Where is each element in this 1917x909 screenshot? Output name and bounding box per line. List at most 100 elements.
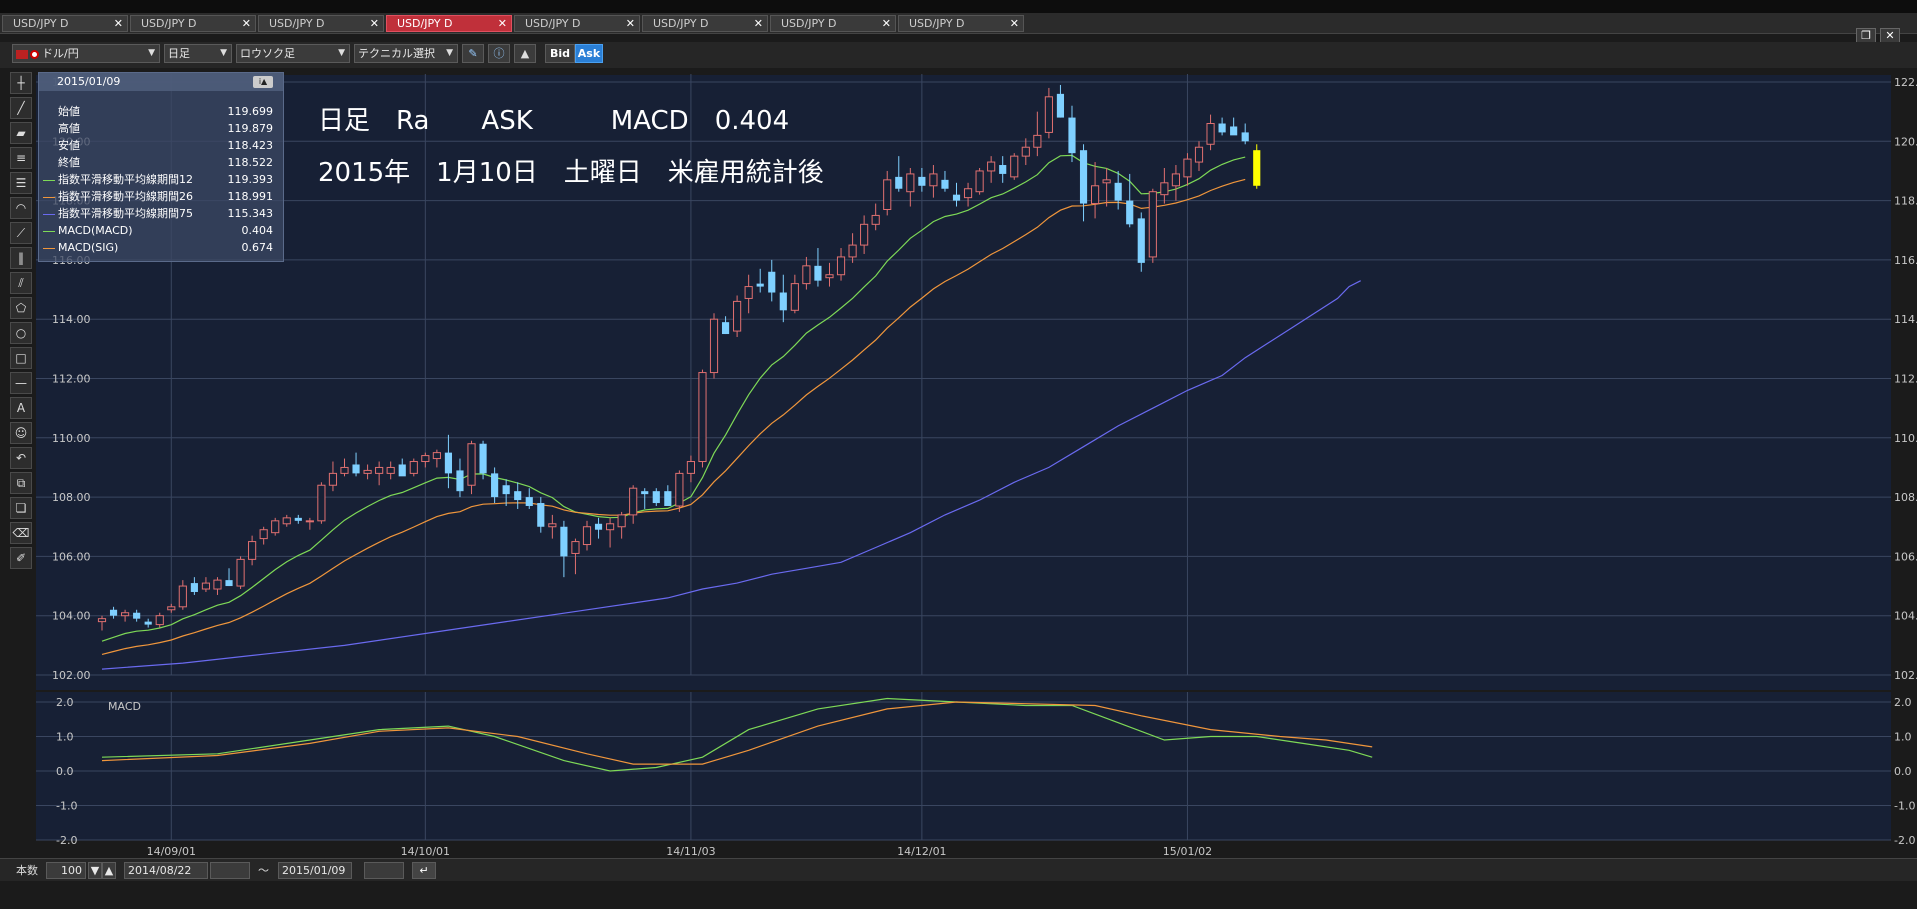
period-label: 日足 bbox=[168, 47, 190, 60]
candle-body bbox=[190, 583, 198, 592]
fibonacci-icon[interactable]: ☰ bbox=[10, 172, 32, 194]
candle-body bbox=[121, 612, 130, 617]
candle-body bbox=[1241, 132, 1249, 142]
candle-body bbox=[1056, 93, 1065, 118]
candle-body bbox=[975, 170, 984, 193]
text-icon[interactable]: A bbox=[10, 397, 32, 419]
info-icon[interactable]: ⓘ bbox=[488, 44, 510, 63]
close-icon[interactable]: ✕ bbox=[626, 16, 635, 31]
vertical-lines-icon[interactable]: ‖ bbox=[10, 247, 32, 269]
macd-tick-label: 1.0 bbox=[1894, 731, 1912, 744]
info-value: 0.404 bbox=[241, 224, 274, 237]
copy-icon[interactable]: ⧉ bbox=[10, 472, 32, 494]
eraser-icon[interactable]: ⌫ bbox=[10, 522, 32, 544]
crosshair-icon[interactable]: ┼ bbox=[10, 72, 32, 94]
legend-swatch bbox=[43, 180, 55, 181]
y-tick-label: 108.00 bbox=[1894, 491, 1917, 504]
candle-body bbox=[802, 265, 811, 285]
close-window-icon[interactable]: ✕ bbox=[1880, 28, 1900, 43]
info-value: 118.423 bbox=[227, 139, 274, 152]
info-label: 指数平滑移動平均線期間75 bbox=[58, 207, 193, 220]
edit-icon[interactable]: ✐ bbox=[10, 547, 32, 569]
candle-body bbox=[421, 455, 430, 463]
horizontal-lines-icon[interactable]: ≡ bbox=[10, 147, 32, 169]
candle-body bbox=[467, 443, 476, 486]
tab-usdjpy-6[interactable]: USD/JPY D ✕ bbox=[642, 15, 768, 32]
close-icon[interactable]: ✕ bbox=[114, 16, 123, 31]
tab-usdjpy-7[interactable]: USD/JPY D ✕ bbox=[770, 15, 896, 32]
info-value: 119.699 bbox=[227, 105, 274, 118]
arc-icon[interactable]: ◠ bbox=[10, 197, 32, 219]
candle-body bbox=[744, 286, 753, 299]
y-tick-label: 120.00 bbox=[1894, 135, 1917, 148]
close-icon[interactable]: ✕ bbox=[370, 16, 379, 31]
ruler-icon[interactable]: ▰ bbox=[10, 122, 32, 144]
restore-icon[interactable]: ❐ bbox=[1856, 28, 1876, 43]
info-row: 始値 119.699 bbox=[39, 105, 283, 119]
from-date-spinner[interactable] bbox=[210, 862, 250, 879]
candle-body bbox=[409, 461, 418, 474]
drawing-tools: ┼ ╱ ▰ ≡ ☰ ◠ ⟋ ‖ ⫽ ⬠ ○ □ — A ☺ ↶ ⧉ ❏ ⌫ ✐ bbox=[10, 72, 34, 572]
currency-pair-select[interactable]: ドル/円 ▼ bbox=[12, 44, 160, 63]
tab-usdjpy-3[interactable]: USD/JPY D ✕ bbox=[258, 15, 384, 32]
candle-body bbox=[155, 615, 164, 626]
period-select[interactable]: 日足 ▼ bbox=[164, 44, 232, 63]
x-tick-label: 14/10/01 bbox=[401, 845, 450, 858]
tab-usdjpy-8[interactable]: USD/JPY D ✕ bbox=[898, 15, 1024, 32]
candle-body bbox=[271, 520, 280, 534]
info-toggle-icon[interactable]: i▲ bbox=[253, 76, 273, 88]
to-date-field[interactable]: 2015/01/09 bbox=[278, 862, 352, 879]
bars-count-field[interactable]: 100 bbox=[46, 862, 86, 879]
candle-body bbox=[606, 523, 615, 531]
tab-usdjpy-2[interactable]: USD/JPY D ✕ bbox=[130, 15, 256, 32]
undo-icon[interactable]: ↶ bbox=[10, 447, 32, 469]
from-date-field[interactable]: 2014/08/22 bbox=[124, 862, 208, 879]
bid-button[interactable]: Bid bbox=[545, 44, 575, 63]
info-value: 119.393 bbox=[227, 173, 274, 186]
candle-body bbox=[733, 300, 742, 332]
trendline-icon[interactable]: ╱ bbox=[10, 97, 32, 119]
fan-icon[interactable]: ⟋ bbox=[10, 222, 32, 244]
tab-usdjpy-5[interactable]: USD/JPY D ✕ bbox=[514, 15, 640, 32]
hline-icon[interactable]: — bbox=[10, 372, 32, 394]
increase-icon[interactable]: ▲ bbox=[102, 862, 116, 879]
chevron-down-icon: ▼ bbox=[446, 48, 453, 58]
tab-usdjpy-1[interactable]: USD/JPY D ✕ bbox=[2, 15, 128, 32]
close-icon[interactable]: ✕ bbox=[1010, 16, 1019, 31]
pen-icon[interactable]: ✎ bbox=[462, 44, 484, 63]
candle-body bbox=[1126, 200, 1134, 225]
close-icon[interactable]: ✕ bbox=[882, 16, 891, 31]
chart-style-select[interactable]: ロウソク足 ▼ bbox=[236, 44, 350, 63]
close-icon[interactable]: ✕ bbox=[498, 16, 507, 31]
candle-body bbox=[305, 520, 314, 523]
info-label: 始値 bbox=[58, 105, 80, 118]
flag-icon bbox=[16, 49, 28, 59]
tab-usdjpy-4[interactable]: USD/JPY D ✕ bbox=[386, 15, 512, 32]
mountain-chart-icon[interactable]: ▲ bbox=[514, 44, 536, 63]
circle-icon[interactable]: ○ bbox=[10, 322, 32, 344]
chevron-down-icon: ▼ bbox=[148, 48, 155, 58]
macd-tick-label: 2.0 bbox=[1894, 696, 1912, 709]
y-tick-label-left: 104.00 bbox=[52, 610, 91, 623]
technical-select[interactable]: テクニカル選択 ▼ bbox=[354, 44, 458, 63]
paste-icon[interactable]: ❏ bbox=[10, 497, 32, 519]
legend-swatch bbox=[43, 231, 55, 232]
close-icon[interactable]: ✕ bbox=[242, 16, 251, 31]
info-row: 指数平滑移動平均線期間75 115.343 bbox=[39, 207, 283, 221]
rectangle-icon[interactable]: □ bbox=[10, 347, 32, 369]
info-label: 指数平滑移動平均線期間12 bbox=[58, 173, 193, 186]
annotation-line-2: 2015年 1月10日 土曜日 米雇用統計後 bbox=[318, 158, 824, 188]
candle-body bbox=[629, 487, 638, 516]
emoji-icon[interactable]: ☺ bbox=[10, 422, 32, 444]
candle-body bbox=[1230, 126, 1238, 136]
decrease-icon[interactable]: ▼ bbox=[88, 862, 102, 879]
status-bar: 本数 100 ▼ ▲ 2014/08/22 ～ 2015/01/09 ↵ bbox=[0, 858, 1917, 881]
apply-icon[interactable]: ↵ bbox=[412, 862, 436, 879]
to-date-spinner[interactable] bbox=[364, 862, 404, 879]
ask-button[interactable]: Ask bbox=[575, 44, 603, 63]
pentagon-icon[interactable]: ⬠ bbox=[10, 297, 32, 319]
candle-body bbox=[721, 322, 730, 335]
channel-icon[interactable]: ⫽ bbox=[10, 272, 32, 294]
candle-body bbox=[1253, 150, 1261, 186]
close-icon[interactable]: ✕ bbox=[754, 16, 763, 31]
